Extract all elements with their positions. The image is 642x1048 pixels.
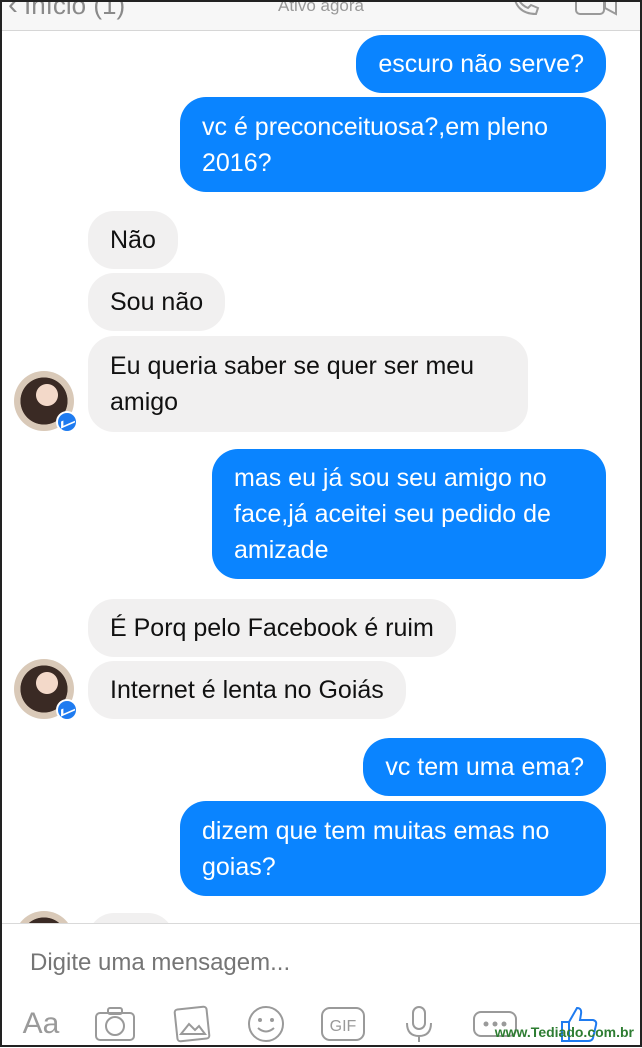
message-received: Eu queria saber se quer ser meu amigo (88, 336, 528, 432)
message-sent: vc é preconceituosa?,em pleno 2016? (180, 97, 606, 192)
phone-icon[interactable] (508, 0, 542, 20)
photo-icon[interactable] (172, 1004, 212, 1044)
message-sent: mas eu já sou seu amigo no face,já aceit… (212, 449, 606, 579)
contact-avatar[interactable] (14, 911, 74, 923)
message-sent: escuro não serve? (356, 35, 606, 93)
gif-icon: GIF (321, 1007, 365, 1041)
message-received: É Porq pelo Facebook é ruim (88, 599, 456, 657)
contact-avatar[interactable] (14, 371, 78, 433)
message-input[interactable] (28, 948, 592, 978)
message-text: mas eu já sou seu amigo no face,já aceit… (234, 464, 551, 564)
video-call-icon[interactable] (574, 0, 618, 20)
message-text: Não (110, 226, 156, 254)
message-sent: dizem que tem muitas emas no goias? (180, 801, 606, 896)
message-text: escuro não serve? (378, 50, 584, 78)
emoji-icon[interactable] (246, 1004, 286, 1044)
message-text: Internet é lenta no Goiás (110, 676, 384, 704)
camera-icon[interactable] (94, 1004, 136, 1044)
microphone-icon[interactable] (402, 1004, 436, 1044)
message-received: Internet é lenta no Goiás (88, 661, 406, 719)
message-text: Eu queria saber se quer ser meu amigo (110, 352, 475, 416)
text-format-button[interactable]: Aa (18, 1004, 64, 1044)
message-text: vc é preconceituosa?,em pleno 2016? (202, 112, 549, 177)
message-text: É Porq pelo Facebook é ruim (110, 614, 434, 642)
messenger-badge-icon (56, 699, 78, 721)
active-status: Ativo agora (278, 0, 364, 15)
contact-avatar[interactable] (14, 659, 78, 721)
messenger-badge-icon (56, 411, 78, 433)
conversation-header: ‹ Início (1) Ativo agora (0, 0, 642, 31)
gif-button[interactable]: GIF (320, 1004, 366, 1044)
message-text: dizem que tem muitas emas no goias? (202, 816, 550, 881)
message-text: Sou não (110, 288, 204, 316)
message-sent: vc tem uma ema? (363, 738, 606, 796)
message-received: Não (88, 211, 178, 269)
message-received: Sou não (88, 273, 226, 331)
message-list[interactable]: escuro não serve? vc é preconceituosa?,e… (0, 31, 642, 923)
gif-label: GIF (330, 1018, 357, 1035)
message-composer: Aa GIF (0, 923, 642, 1048)
aa-label: Aa (22, 1007, 60, 1040)
watermark: www.Tediado.com.br (494, 1024, 634, 1040)
message-text: vc tem uma ema? (385, 753, 584, 781)
typing-indicator (88, 913, 174, 923)
